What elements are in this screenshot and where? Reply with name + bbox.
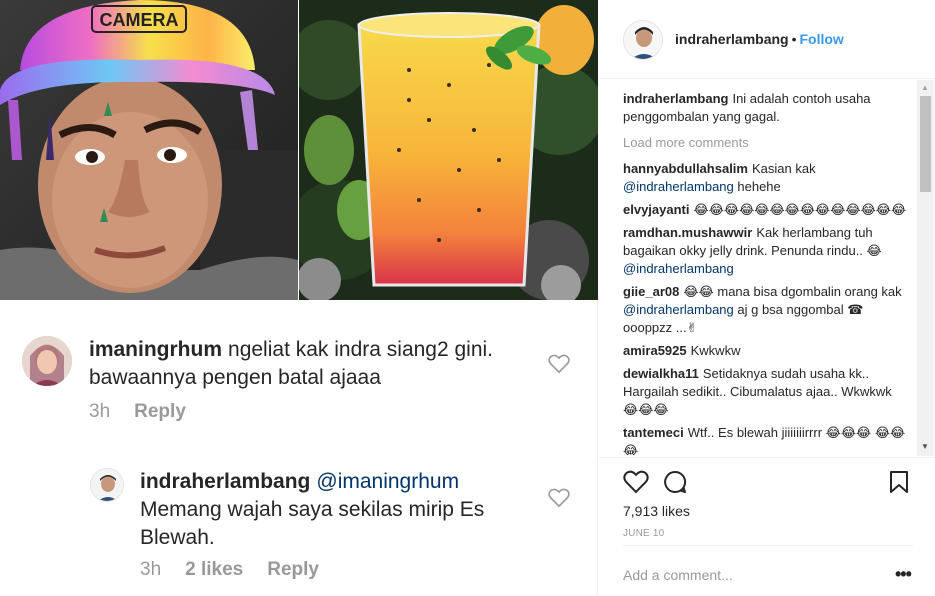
post-media[interactable]: CAMERA imaningrhum ngeliat kak indra sia… [0,0,598,596]
comment-item: dewialkha11 Setidaknya sudah usaha kk.. H… [623,365,907,419]
comment-username[interactable]: ramdhan.mushawwir [623,225,752,240]
comment-row: imaningrhum ngeliat kak indra siang2 gini… [0,330,598,440]
owner-avatar[interactable] [623,20,663,60]
post-date[interactable]: JUNE 10 [623,528,664,539]
photo-collage: CAMERA [0,0,598,300]
like-comment-icon[interactable] [548,488,570,513]
drink-photo [299,0,598,300]
comment-mention[interactable]: @indraherlambang [623,302,734,317]
comment-username[interactable]: amira5925 [623,343,687,358]
comment-text: 😂😂 mana bisa dgombalin orang kak [683,284,902,299]
comment-username[interactable]: giie_ar08 [623,284,679,299]
scroll-down-arrow-icon[interactable]: ▼ [921,442,929,451]
comment-text: 😂😂😂😂😂😂😂😂😂😂😂😂😂😂 [693,202,907,217]
comment-bubble-icon[interactable] [663,470,687,499]
comment-text: Memang wajah saya sekilas mirip Es Blewa… [140,498,485,549]
comment-username[interactable]: hannyabdullahsalim [623,161,748,176]
like-heart-icon[interactable] [623,470,649,499]
comment-item: elvyjayanti 😂😂😂😂😂😂😂😂😂😂😂😂😂😂 [623,201,907,219]
comment-reply-row: indraherlambang @imaningrhum Memang wajah… [0,462,598,592]
add-comment-input[interactable] [623,560,873,590]
comment-username[interactable]: indraherlambang [140,470,310,493]
likes-count[interactable]: 7,913 likes [623,503,690,519]
comments-scrollbar[interactable]: ▲ ▼ [917,80,934,456]
comment-likes[interactable]: 2 likes [185,559,243,580]
comment-time: 3h [140,559,162,580]
comment-mention[interactable]: @imaningrhum [316,470,459,493]
reply-button[interactable]: Reply [134,401,186,422]
post-sidebar: indraherlambang • Follow indraherlambang In… [599,0,935,596]
owner-username[interactable]: indraherlambang [675,31,789,47]
post-header: indraherlambang • Follow [599,0,935,79]
more-options-icon[interactable]: ••• [895,564,912,585]
comment-username[interactable]: elvyjayanti [623,202,690,217]
comment-item: giie_ar08 😂😂 mana bisa dgombalin orang ka… [623,283,907,337]
comments-list[interactable]: indraherlambang Ini adalah contoh usaha p… [623,90,907,455]
comment-text: Kasian kak [751,161,816,176]
follow-button[interactable]: Follow [800,31,844,47]
scroll-up-arrow-icon[interactable]: ▲ [921,83,929,92]
comment-text: Kwkwkw [690,343,741,358]
separator-dot: • [791,31,797,47]
comment-username[interactable]: tantemeci [623,425,684,440]
comment-time: 3h [89,401,111,422]
like-comment-icon[interactable] [548,354,570,379]
comment-mention[interactable]: @indraherlambang [623,179,734,194]
comment-meta: 3h 2 likes Reply [140,559,343,581]
caption: indraherlambang Ini adalah contoh usaha p… [623,90,907,126]
save-bookmark-icon[interactable] [889,470,909,499]
commenter-avatar[interactable] [22,336,72,386]
post-actions: 7,913 likes JUNE 10 [599,457,935,547]
commenter-avatar[interactable] [90,468,124,502]
comment-meta: 3h Reply [89,401,210,423]
add-comment-bar: ••• [623,545,913,596]
selfie-photo: CAMERA [0,0,298,300]
comment-username[interactable]: dewialkha11 [623,366,699,381]
comment-text-after: hehehe [733,179,781,194]
camera-sticker-text: CAMERA [100,10,179,30]
comment-item: ramdhan.mushawwir Kak herlambang tuh baga… [623,224,907,278]
comment-mention[interactable]: @indraherlambang [623,261,734,276]
comment-item: amira5925 Kwkwkw [623,342,907,360]
comment-item: tantemeci Wtf.. Es blewah jiiiiiiirrrr 😂😂… [623,424,907,455]
load-more-comments-button[interactable]: Load more comments [623,134,907,152]
owner-line: indraherlambang • Follow [675,31,844,47]
comment-item: hannyabdullahsalim Kasian kak @indraherla… [623,160,907,196]
reply-button[interactable]: Reply [267,559,319,580]
caption-username[interactable]: indraherlambang [623,91,728,106]
scroll-thumb[interactable] [920,96,931,192]
comment-username[interactable]: imaningrhum [89,338,222,361]
